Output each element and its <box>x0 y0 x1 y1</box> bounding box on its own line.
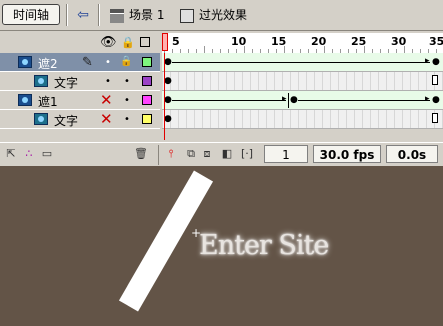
lock-dot-icon[interactable]: • <box>124 76 130 87</box>
eye-icon[interactable]: 👁 <box>100 35 117 50</box>
layer-row-text2[interactable]: 文字 ✕ • ● <box>0 110 443 129</box>
keyframe-dot: ● <box>290 95 298 105</box>
layer-name-area[interactable]: 文字 ✕ • <box>0 110 160 129</box>
arrow-head-icon: ▸ <box>282 94 287 104</box>
layer-name-area[interactable]: 文字 • • <box>0 72 160 91</box>
layer-label: 文字 <box>54 114 79 128</box>
ruler-tick <box>284 46 285 53</box>
stage-canvas[interactable]: + Enter Site <box>0 166 443 326</box>
hidden-x-icon[interactable]: ✕ <box>100 111 113 127</box>
enter-site-text[interactable]: Enter Site <box>199 230 329 261</box>
breadcrumb-symbol[interactable]: 过光效果 <box>180 7 247 23</box>
outline-color-box[interactable] <box>142 57 152 67</box>
frame-ruler[interactable]: 5 10 15 20 25 30 35 1 <box>162 33 443 53</box>
frame-divider <box>288 93 289 108</box>
keyframe-dot: ● <box>164 76 172 86</box>
ruler-tick <box>404 46 405 53</box>
keyframe-dot: ● <box>164 95 172 105</box>
ruler-tick <box>204 46 205 53</box>
layer-name-area[interactable]: 遮1 ✕ • <box>0 91 160 110</box>
keyframe-dot: ● <box>432 57 440 67</box>
tween-arrow-line <box>298 100 430 101</box>
tween-arrow-line <box>172 100 286 101</box>
arrow-head-icon: ▸ <box>425 94 430 104</box>
insert-folder-icon[interactable]: ▭ <box>40 147 54 161</box>
end-frame-box <box>432 75 438 85</box>
keyframe-dot: ● <box>164 57 172 67</box>
layer-frames[interactable]: ● <box>162 72 443 91</box>
mask-layer-icon <box>18 56 32 68</box>
onion-skin-icon[interactable]: ⧉ <box>184 147 198 161</box>
lock-dot-icon[interactable]: • <box>124 95 130 106</box>
edit-multiple-frames-icon[interactable]: ◧ <box>220 147 234 161</box>
outline-color-box[interactable] <box>142 114 152 124</box>
hidden-x-icon[interactable]: ✕ <box>100 92 113 108</box>
breadcrumb-scene[interactable]: 场景 1 <box>110 7 164 23</box>
end-frame-box <box>432 113 438 123</box>
timeline-footer: ⇱ ∴ ▭ 🗑 ⫯ ⧉ ⧈ ◧ [·] 1 30.0 fps 0.0s <box>0 142 443 167</box>
lock-dot-icon[interactable]: • <box>124 114 130 125</box>
keyframe-dot: ● <box>432 95 440 105</box>
lock-icon[interactable]: 🔒 <box>120 56 132 67</box>
frame-rate-field[interactable]: 30.0 fps <box>313 145 381 163</box>
toolbar: 时间轴 ⇦ 场景 1 过光效果 <box>0 0 443 31</box>
layer-frames[interactable]: ● ▸ ● <box>162 53 443 72</box>
layer-frames[interactable]: ● <box>162 110 443 129</box>
breadcrumb-symbol-label: 过光效果 <box>199 8 248 22</box>
ruler-tick-label: 5 <box>172 35 180 48</box>
ruler-tick-label: 35 <box>429 35 443 48</box>
breadcrumb-scene-label: 场景 1 <box>129 8 165 22</box>
arrow-head-icon: ▸ <box>425 56 430 66</box>
ruler-tick <box>364 46 365 53</box>
keyframe-dot: ● <box>164 114 172 124</box>
trash-icon[interactable]: 🗑 <box>134 147 148 161</box>
footer-separator <box>158 145 159 165</box>
layer-name-area[interactable]: 遮2 ✎ • 🔒 <box>0 53 160 72</box>
mask-layer-icon <box>18 94 32 106</box>
lock-icon[interactable]: 🔒 <box>121 36 135 49</box>
back-arrow-icon[interactable]: ⇦ <box>74 6 92 24</box>
movieclip-symbol-icon <box>180 8 194 23</box>
pencil-cross-icon[interactable]: ✎ <box>82 55 93 70</box>
layer-label: 文字 <box>54 76 79 90</box>
outline-color-box[interactable] <box>142 76 152 86</box>
ruler-tick <box>244 46 245 53</box>
visibility-dot-icon[interactable]: • <box>105 76 111 87</box>
layer-row-mask2[interactable]: 遮2 ✎ • 🔒 ● ▸ ● <box>0 53 443 72</box>
timeline-header: 👁 🔒 5 10 15 20 25 30 35 1 <box>0 31 443 53</box>
outline-icon[interactable] <box>140 37 150 47</box>
elapsed-time-field: 0.0s <box>386 145 438 163</box>
toolbar-separator <box>98 4 100 26</box>
timeline-panel: 👁 🔒 5 10 15 20 25 30 35 1 遮2 ✎ • 🔒 ● ▸ ● <box>0 31 443 167</box>
playhead-line <box>164 53 165 140</box>
layer-frames[interactable]: ● ▸ ● ▸ ● <box>162 91 443 110</box>
scene-clapper-icon <box>110 8 124 23</box>
masked-layer-icon <box>34 75 48 87</box>
ruler-tick <box>324 46 325 53</box>
center-frame-icon[interactable]: ⫯ <box>164 147 178 161</box>
layer-label: 遮1 <box>38 95 58 109</box>
tween-arrow-line <box>172 62 430 63</box>
masked-layer-icon <box>34 113 48 125</box>
outline-color-box[interactable] <box>142 95 152 105</box>
current-frame-field: 1 <box>264 145 308 163</box>
insert-layer-icon[interactable]: ⇱ <box>4 147 18 161</box>
visibility-dot-icon[interactable]: • <box>105 57 111 68</box>
timeline-button[interactable]: 时间轴 <box>2 4 60 25</box>
add-motion-guide-icon[interactable]: ∴ <box>22 147 36 161</box>
layer-label: 遮2 <box>38 57 58 71</box>
layer-row-text1[interactable]: 文字 • • ● <box>0 72 443 91</box>
toolbar-separator <box>66 4 68 26</box>
modify-onion-markers-icon[interactable]: [·] <box>240 147 254 161</box>
layer-row-mask1[interactable]: 遮1 ✕ • ● ▸ ● ▸ ● <box>0 91 443 110</box>
onion-skin-outlines-icon[interactable]: ⧈ <box>200 147 214 161</box>
playhead[interactable] <box>162 33 168 51</box>
